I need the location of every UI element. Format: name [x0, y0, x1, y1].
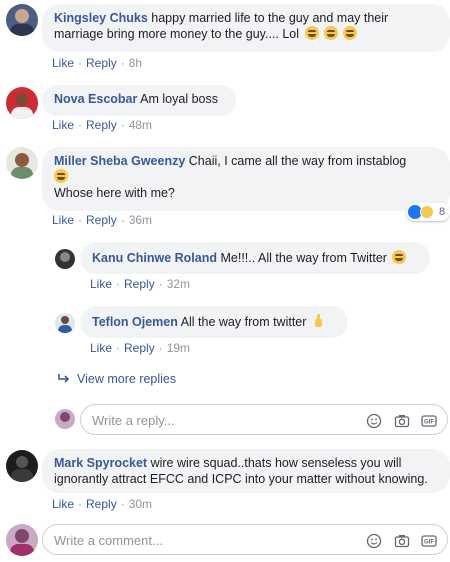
- laughing-emoji-icon: [343, 26, 358, 40]
- timestamp[interactable]: 48m: [129, 118, 152, 132]
- reaction-summary[interactable]: 8: [406, 203, 450, 221]
- laughing-emoji-icon: [324, 26, 338, 40]
- like-button[interactable]: Like: [52, 213, 74, 227]
- comment-author[interactable]: Nova Escobar: [54, 92, 137, 106]
- timestamp[interactable]: 32m: [167, 277, 190, 291]
- gif-icon[interactable]: GIF: [421, 413, 437, 429]
- reply-actions: Like · Reply · 19m: [90, 341, 191, 355]
- emoji-picker-icon[interactable]: [366, 533, 382, 549]
- reply-button[interactable]: Reply: [86, 118, 117, 132]
- reply-author[interactable]: Teflon Ojemen: [92, 315, 178, 329]
- emoji-picker-icon[interactable]: [366, 413, 382, 429]
- reply-text: Me!!!.. All the way from Twitter: [220, 251, 387, 265]
- reply-button[interactable]: Reply: [86, 56, 117, 70]
- avatar[interactable]: [55, 409, 75, 429]
- comment-actions: Like · Reply · 8h: [52, 56, 143, 70]
- comment-bubble: Nova Escobar Am loyal boss: [42, 85, 236, 116]
- comment-text: Am loyal boss: [140, 92, 218, 106]
- comment-text: Chaii, I came all the way from instablog: [188, 154, 407, 168]
- reply-author[interactable]: Kanu Chinwe Roland: [92, 251, 217, 265]
- comment-bubble: Kingsley Chuks happy married life to the…: [42, 4, 450, 52]
- haha-reaction-icon: [420, 205, 434, 219]
- view-more-replies-label: View more replies: [77, 372, 177, 386]
- comment-bubble: Mark Spyrocket wire wire squad..thats ho…: [42, 449, 450, 493]
- reply-button[interactable]: Reply: [86, 213, 117, 227]
- camera-icon[interactable]: [394, 533, 410, 549]
- laughing-emoji-icon: [54, 169, 68, 183]
- comment-text-line2: Whose here with me?: [54, 186, 175, 200]
- reaction-count: 8: [439, 206, 446, 218]
- avatar[interactable]: [55, 313, 75, 333]
- like-button[interactable]: Like: [52, 118, 74, 132]
- comment-bubble: Miller Sheba Gweenzy Chaii, I came all t…: [42, 147, 450, 211]
- like-button[interactable]: Like: [52, 497, 74, 511]
- comment-author[interactable]: Mark Spyrocket: [54, 456, 147, 470]
- laughing-emoji-icon: [304, 26, 319, 40]
- comment-input-placeholder: Write a comment...: [54, 533, 163, 548]
- reply-button[interactable]: Reply: [124, 277, 155, 291]
- avatar[interactable]: [6, 87, 38, 119]
- avatar[interactable]: [6, 4, 38, 36]
- gif-icon[interactable]: GIF: [421, 533, 437, 549]
- reply-input[interactable]: Write a reply... GIF: [80, 404, 448, 435]
- comment-actions: Like · Reply · 48m: [52, 118, 153, 132]
- timestamp[interactable]: 36m: [129, 213, 152, 227]
- timestamp[interactable]: 30m: [129, 497, 152, 511]
- view-more-replies[interactable]: View more replies: [57, 372, 176, 386]
- reply-arrow-icon: [58, 374, 70, 383]
- svg-text:GIF: GIF: [424, 540, 434, 546]
- camera-icon[interactable]: [394, 413, 410, 429]
- reply-button[interactable]: Reply: [124, 341, 155, 355]
- reply-actions: Like · Reply · 32m: [90, 277, 191, 291]
- reply-bubble: Teflon Ojemen All the way from twitter: [80, 306, 348, 338]
- like-button[interactable]: Like: [90, 277, 112, 291]
- comment-author[interactable]: Kingsley Chuks: [54, 11, 148, 25]
- reply-bubble: Kanu Chinwe Roland Me!!!.. All the way f…: [80, 242, 430, 274]
- avatar[interactable]: [6, 450, 38, 482]
- timestamp[interactable]: 19m: [167, 341, 190, 355]
- comment-actions: Like · Reply · 30m: [52, 497, 153, 511]
- grinning-emoji-icon: [392, 250, 407, 264]
- like-button[interactable]: Like: [52, 56, 74, 70]
- reply-text: All the way from twitter: [180, 315, 307, 329]
- svg-text:GIF: GIF: [424, 420, 434, 426]
- comment-input[interactable]: Write a comment... GIF: [42, 524, 448, 555]
- avatar[interactable]: [6, 524, 38, 556]
- avatar[interactable]: [55, 249, 75, 269]
- comment-actions: Like · Reply · 36m: [52, 213, 153, 227]
- reply-input-placeholder: Write a reply...: [92, 413, 175, 428]
- timestamp[interactable]: 8h: [129, 56, 142, 70]
- like-button[interactable]: Like: [90, 341, 112, 355]
- reply-button[interactable]: Reply: [86, 497, 117, 511]
- avatar[interactable]: [6, 147, 38, 179]
- comment-author[interactable]: Miller Sheba Gweenzy: [54, 154, 185, 168]
- thumbs-up-emoji-icon: [312, 314, 326, 328]
